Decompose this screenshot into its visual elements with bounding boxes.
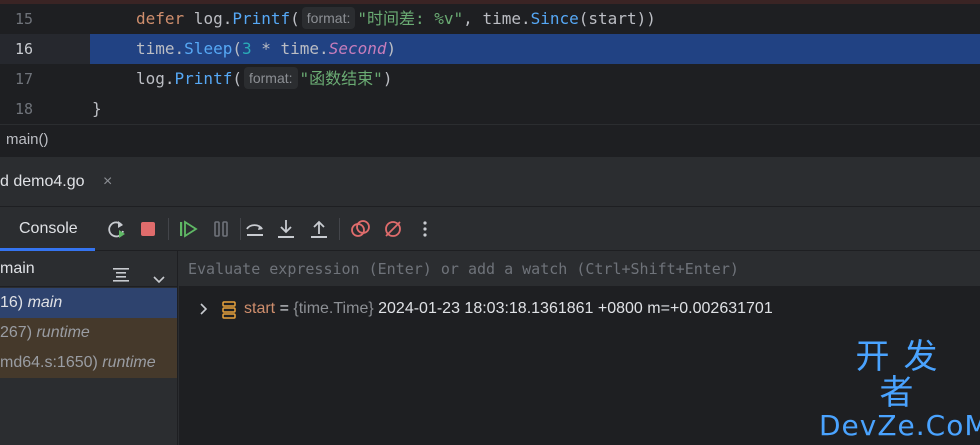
step-over-icon[interactable] — [243, 217, 267, 241]
code-line-18[interactable]: 18 } — [0, 94, 980, 124]
more-options-icon[interactable] — [413, 217, 437, 241]
gutter: 17 — [0, 64, 90, 94]
resume-icon[interactable] — [176, 217, 200, 241]
gutter: 15 — [0, 4, 90, 34]
code-token: ( — [232, 69, 242, 88]
code-token: ) — [386, 39, 397, 58]
code-token: Since — [530, 9, 579, 28]
line-number: 16 — [14, 40, 33, 58]
tab-console-label: Console — [19, 220, 78, 237]
code-token: , time. — [463, 9, 531, 28]
toolbar-separator — [240, 218, 241, 240]
debug-toolbar: Console — [0, 207, 980, 251]
code-token: ) — [382, 69, 393, 88]
stack-frame[interactable]: md64.s:1650) runtime — [0, 348, 177, 378]
gutter: 18 — [0, 94, 90, 124]
frame-function: runtime — [102, 354, 156, 371]
debug-tool-window: d demo4.go × Console main 16) main 267) … — [0, 156, 980, 445]
code-text[interactable]: defer log.Printf(format: "时间差: %v", time.… — [90, 4, 980, 34]
code-line-17[interactable]: 17 log.Printf(format: "函数结束") — [0, 64, 980, 94]
close-icon[interactable]: × — [103, 167, 112, 197]
line-number: 15 — [14, 10, 33, 28]
stack-frame[interactable]: 267) runtime — [0, 318, 177, 348]
code-token: "函数结束" — [299, 69, 383, 88]
step-out-icon[interactable] — [307, 217, 331, 241]
pause-icon[interactable] — [209, 217, 233, 241]
line-number: 18 — [14, 100, 33, 118]
variable-type: {time.Time} — [293, 300, 374, 317]
variable-text: start = {time.Time} 2024-01-23 18:03:18.… — [244, 295, 773, 323]
stop-icon[interactable] — [136, 217, 160, 241]
variable-value: 2024-01-23 18:03:18.1361861 +0800 m=+0.0… — [373, 300, 773, 317]
variable-eq: = — [275, 300, 294, 317]
mute-breakpoints-icon[interactable] — [381, 217, 405, 241]
code-token: log. — [184, 9, 233, 28]
line-number: 17 — [14, 70, 33, 88]
frame-location: 267) — [0, 324, 37, 341]
tab-console[interactable]: Console — [0, 207, 95, 251]
chevron-right-icon[interactable] — [199, 295, 209, 333]
code-token: Sleep — [184, 39, 233, 58]
code-token: ( — [232, 39, 242, 58]
code-token: (start)) — [578, 9, 656, 28]
code-token: Printf — [232, 9, 291, 28]
code-token: log. — [136, 69, 175, 88]
frame-function: runtime — [36, 324, 90, 341]
debug-tab-bar: d demo4.go × — [0, 157, 980, 207]
stack-frame[interactable]: 16) main — [0, 288, 177, 318]
code-token: Printf — [174, 69, 233, 88]
breadcrumb-item[interactable]: main() — [6, 131, 49, 148]
frame-function: main — [27, 294, 63, 311]
tab-debug-session[interactable]: d demo4.go — [0, 167, 85, 197]
code-token: "时间差: %v" — [357, 9, 464, 28]
frame-location: 16) — [0, 294, 28, 311]
code-token: time. — [136, 39, 185, 58]
code-token: * time. — [251, 39, 329, 58]
code-editor[interactable]: 15 defer log.Printf(format: "时间差: %v", ti… — [0, 0, 980, 124]
step-into-icon[interactable] — [274, 217, 298, 241]
code-text[interactable]: time.Sleep(3 * time.Second) — [90, 34, 980, 64]
code-token: Second — [328, 39, 387, 58]
frames-panel: main 16) main 267) runtime md64.s:1650) … — [0, 251, 178, 445]
code-line-15[interactable]: 15 defer log.Printf(format: "时间差: %v", ti… — [0, 4, 980, 34]
parameter-hint: format: — [243, 67, 298, 89]
watermark-top: 开发者 — [855, 337, 952, 413]
variable-name: start — [244, 300, 276, 317]
code-token: ( — [290, 9, 300, 28]
evaluate-expression-input[interactable]: Evaluate expression (Enter) or add a wat… — [179, 251, 980, 287]
code-token: } — [92, 99, 102, 118]
thread-name: main — [0, 260, 35, 277]
breadcrumb[interactable]: main() — [0, 124, 980, 156]
code-line-16-current[interactable]: 16 time.Sleep(3 * time.Second) — [0, 34, 980, 64]
watermark: 开发者 DevZe.CoM — [819, 337, 980, 442]
thread-selector[interactable]: main — [0, 251, 178, 287]
toolbar-separator — [339, 218, 340, 240]
variable-row[interactable]: start = {time.Time} 2024-01-23 18:03:18.… — [179, 295, 980, 323]
frame-location: md64.s:1650) — [0, 354, 103, 371]
parameter-hint: format: — [301, 7, 356, 29]
toolbar-separator — [168, 218, 169, 240]
code-text[interactable]: } — [90, 94, 980, 124]
view-breakpoints-icon[interactable] — [348, 217, 372, 241]
struct-variable-icon — [221, 301, 237, 329]
code-token: 3 — [241, 39, 252, 58]
gutter: 16 — [0, 34, 90, 64]
code-token: defer — [136, 9, 185, 28]
code-text[interactable]: log.Printf(format: "函数结束") — [90, 64, 980, 94]
rerun-icon[interactable] — [104, 217, 128, 241]
watermark-bottom: DevZe.CoM — [819, 409, 980, 442]
